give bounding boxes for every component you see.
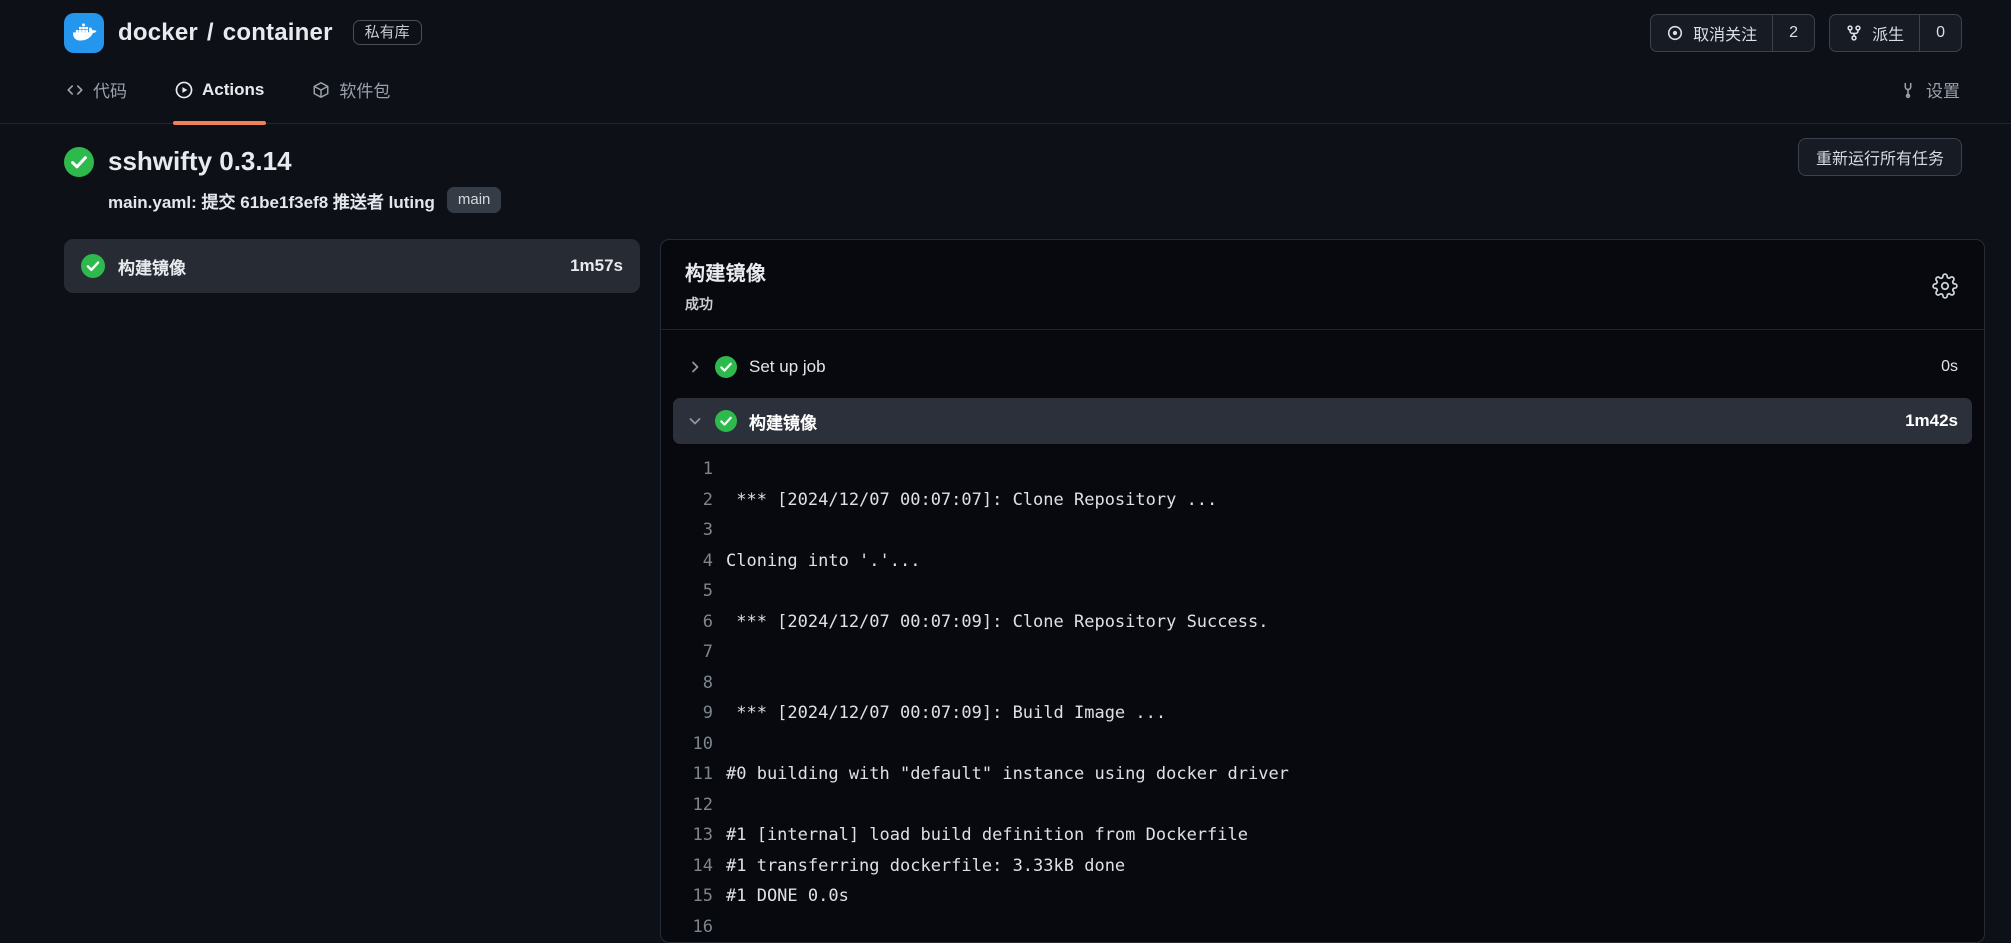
chevron-down-icon (687, 413, 703, 429)
log-line-text: #1 [internal] load build definition from… (726, 820, 1248, 851)
log-line[interactable]: 15 #1 DONE 0.0s (673, 881, 1972, 912)
log-line-number: 7 (673, 637, 713, 668)
chevron-right-icon (687, 359, 703, 375)
log-line-text: #0 building with "default" instance usin… (726, 759, 1289, 790)
repo-owner-link[interactable]: docker (118, 19, 198, 47)
watch-button[interactable]: 取消关注 2 (1650, 14, 1815, 52)
log-line[interactable]: 11 #0 building with "default" instance us… (673, 759, 1972, 790)
step-check-circle-icon (715, 410, 737, 432)
code-brackets-icon (66, 81, 84, 99)
log-line-number: 11 (673, 759, 713, 790)
watch-count[interactable]: 2 (1772, 15, 1814, 51)
job-panel-header: 构建镜像 成功 (661, 240, 1984, 330)
repo-header: docker / container 私有库 取消关注 2 (0, 0, 2011, 56)
docker-whale-icon[interactable] (64, 13, 104, 53)
fork-count[interactable]: 0 (1919, 15, 1961, 51)
tab-settings[interactable]: 设置 (1897, 56, 1962, 123)
log-line[interactable]: 3 (673, 515, 1972, 546)
log-line-text: *** [2024/12/07 00:07:09]: Build Image .… (726, 698, 1166, 729)
step-check-circle-icon (715, 356, 737, 378)
job-duration: 1m57s (570, 256, 623, 276)
log-line-number: 4 (673, 546, 713, 577)
git-fork-icon (1845, 24, 1863, 42)
tab-code[interactable]: 代码 (64, 56, 129, 123)
repo-actions: 取消关注 2 派生 0 (1650, 14, 1962, 52)
log-line-number: 2 (673, 485, 713, 516)
log-line-number: 12 (673, 790, 713, 821)
wrench-icon (1899, 81, 1917, 99)
fork-button[interactable]: 派生 0 (1829, 14, 1962, 52)
run-title: sshwifty 0.3.14 (108, 146, 292, 177)
job-panel-status: 成功 (685, 294, 766, 314)
repo-tabbar: 代码 Actions 软件包 设置 (0, 56, 2011, 124)
repo-title-group: docker / container 私有库 (64, 13, 1650, 53)
log-line[interactable]: 8 (673, 668, 1972, 699)
run-status-check-circle-icon (64, 147, 94, 177)
log-line-number: 3 (673, 515, 713, 546)
job-panel-title: 构建镜像 (685, 257, 766, 286)
repo-title-separator: / (207, 19, 214, 47)
tab-packages[interactable]: 软件包 (310, 56, 392, 123)
job-list-item[interactable]: 构建镜像 1m57s (64, 239, 640, 293)
log-line[interactable]: 16 (673, 912, 1972, 943)
rerun-all-jobs-button[interactable]: 重新运行所有任务 (1798, 138, 1962, 176)
log-line-number: 8 (673, 668, 713, 699)
watch-button-label: 取消关注 (1693, 21, 1757, 45)
step-row-build-image[interactable]: 构建镜像 1m42s (673, 398, 1972, 444)
log-line-number: 5 (673, 576, 713, 607)
tab-settings-label: 设置 (1926, 77, 1960, 102)
log-line-number: 14 (673, 851, 713, 882)
log-line[interactable]: 4 Cloning into '.'... (673, 546, 1972, 577)
log-line-text: #1 DONE 0.0s (726, 881, 849, 912)
log-line[interactable]: 7 (673, 637, 1972, 668)
log-line-text: #1 transferring dockerfile: 3.33kB done (726, 851, 1125, 882)
visibility-badge: 私有库 (353, 20, 422, 45)
job-name: 构建镜像 (118, 254, 557, 279)
log-line-text: Cloning into '.'... (726, 546, 920, 577)
package-cube-icon (312, 81, 330, 99)
run-content: 构建镜像 1m57s 构建镜像 成功 (0, 239, 2011, 943)
log-line-text: *** [2024/12/07 00:07:09]: Clone Reposit… (726, 607, 1268, 638)
job-list: 构建镜像 1m57s (64, 239, 640, 293)
step-row-setup-job[interactable]: Set up job 0s (673, 336, 1972, 398)
log-line[interactable]: 1 (673, 454, 1972, 485)
repo-title: docker / container (118, 19, 333, 47)
log-line-number: 9 (673, 698, 713, 729)
log-line-number: 1 (673, 454, 713, 485)
log-line[interactable]: 10 (673, 729, 1972, 760)
step-name: 构建镜像 (749, 409, 1893, 434)
log-line-number: 6 (673, 607, 713, 638)
tab-code-label: 代码 (93, 77, 127, 102)
fork-button-label: 派生 (1872, 21, 1904, 45)
log-view: 12 *** [2024/12/07 00:07:07]: Clone Repo… (673, 454, 1972, 942)
repo-name-link[interactable]: container (223, 19, 333, 47)
branch-badge[interactable]: main (447, 187, 502, 213)
step-duration: 1m42s (1905, 411, 1958, 431)
eye-icon (1666, 24, 1684, 42)
step-duration: 0s (1941, 358, 1958, 376)
gear-icon[interactable] (1932, 273, 1958, 299)
tab-actions[interactable]: Actions (173, 56, 266, 123)
log-line-number: 13 (673, 820, 713, 851)
tab-actions-label: Actions (202, 80, 264, 100)
log-line-number: 16 (673, 912, 713, 943)
log-line[interactable]: 14 #1 transferring dockerfile: 3.33kB don… (673, 851, 1972, 882)
log-line-number: 10 (673, 729, 713, 760)
log-line-number: 15 (673, 881, 713, 912)
step-name: Set up job (749, 357, 1929, 377)
log-line[interactable]: 5 (673, 576, 1972, 607)
log-line-text: *** [2024/12/07 00:07:07]: Clone Reposit… (726, 485, 1217, 516)
job-check-circle-icon (81, 254, 105, 278)
log-line[interactable]: 9 *** [2024/12/07 00:07:09]: Build Image… (673, 698, 1972, 729)
log-line[interactable]: 6 *** [2024/12/07 00:07:09]: Clone Repos… (673, 607, 1972, 638)
job-detail-panel: 构建镜像 成功 S (660, 239, 1985, 943)
run-header: sshwifty 0.3.14 main.yaml: 提交 61be1f3ef8… (0, 124, 2011, 213)
play-circle-icon (175, 81, 193, 99)
tab-packages-label: 软件包 (339, 77, 390, 102)
run-commit-line[interactable]: main.yaml: 提交 61be1f3ef8 推送者 luting (108, 188, 435, 213)
log-line[interactable]: 12 (673, 790, 1972, 821)
log-line[interactable]: 2 *** [2024/12/07 00:07:07]: Clone Repos… (673, 485, 1972, 516)
step-list: Set up job 0s 构建镜像 1m42s 12 *** [2024/12… (661, 330, 1984, 942)
log-line[interactable]: 13 #1 [internal] load build definition fr… (673, 820, 1972, 851)
